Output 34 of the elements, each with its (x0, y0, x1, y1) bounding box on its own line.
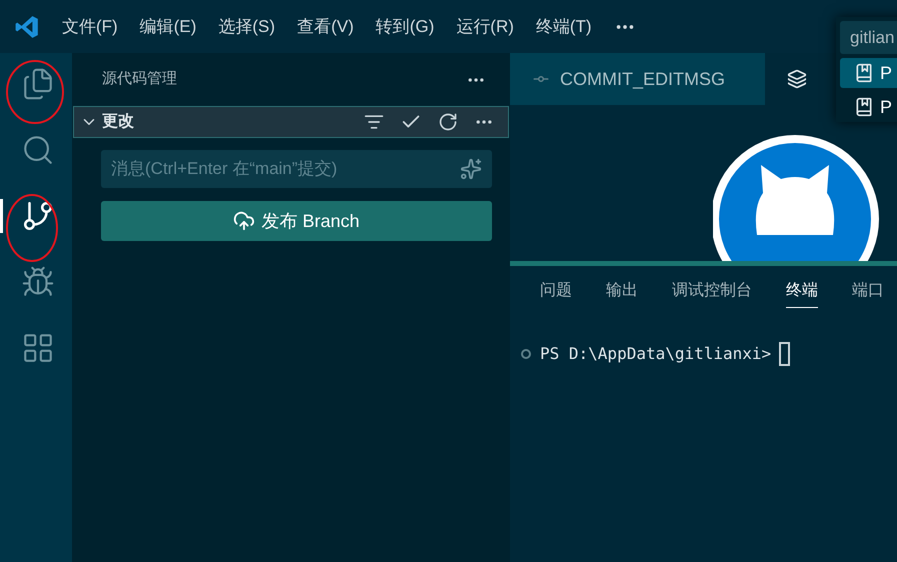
panel-tab[interactable]: 输出 (606, 272, 638, 308)
menu-item[interactable]: 转到(G) (376, 14, 434, 40)
quick-pick-field[interactable]: gitlian (840, 21, 897, 54)
message-field[interactable]: 消息(Ctrl+Enter 在“main”提交) (101, 150, 492, 188)
terminal-cursor (779, 342, 790, 366)
sparkle-icon[interactable] (460, 158, 482, 180)
app-logo-icon (14, 14, 40, 40)
panel-tab[interactable]: 端口 (852, 272, 884, 308)
status-circle-icon (520, 348, 532, 360)
run-debug-icon[interactable] (20, 265, 54, 299)
menu-item[interactable]: 选择(S) (218, 14, 276, 40)
section-title: 更改 (102, 112, 135, 132)
refresh-icon[interactable] (438, 112, 458, 132)
annotation-circle (4, 192, 60, 264)
split-icon[interactable] (787, 69, 807, 89)
menu-item[interactable]: 编辑(E) (140, 14, 196, 40)
book-icon (854, 97, 874, 118)
panel-tab[interactable]: 终端 (786, 272, 818, 308)
cloud-upload-icon (233, 210, 256, 232)
panel-tab[interactable]: 调试控制台 (672, 272, 752, 308)
quick-pick-item[interactable]: P (840, 58, 897, 88)
menu-item[interactable]: 运行(R) (456, 14, 514, 40)
panel-tab[interactable]: 问题 (540, 272, 572, 308)
publish-branch-button[interactable]: 发布 Branch (101, 201, 492, 241)
quick-pick-item[interactable]: P (840, 92, 897, 122)
editor-tab[interactable]: COMMIT_EDITMSG (510, 53, 765, 105)
menu-item[interactable]: 查看(V) (297, 14, 354, 40)
annotation-circle (4, 58, 66, 126)
section-header[interactable]: 更改 (73, 106, 509, 138)
menu-item[interactable]: 文件(F) (62, 14, 118, 40)
panel-title: 源代码管理 (102, 69, 177, 90)
menu-item[interactable]: 终端(T) (536, 14, 592, 40)
terminal-prompt: PS D:\AppData\gitlianxi> (540, 343, 772, 365)
book-icon (854, 63, 874, 84)
